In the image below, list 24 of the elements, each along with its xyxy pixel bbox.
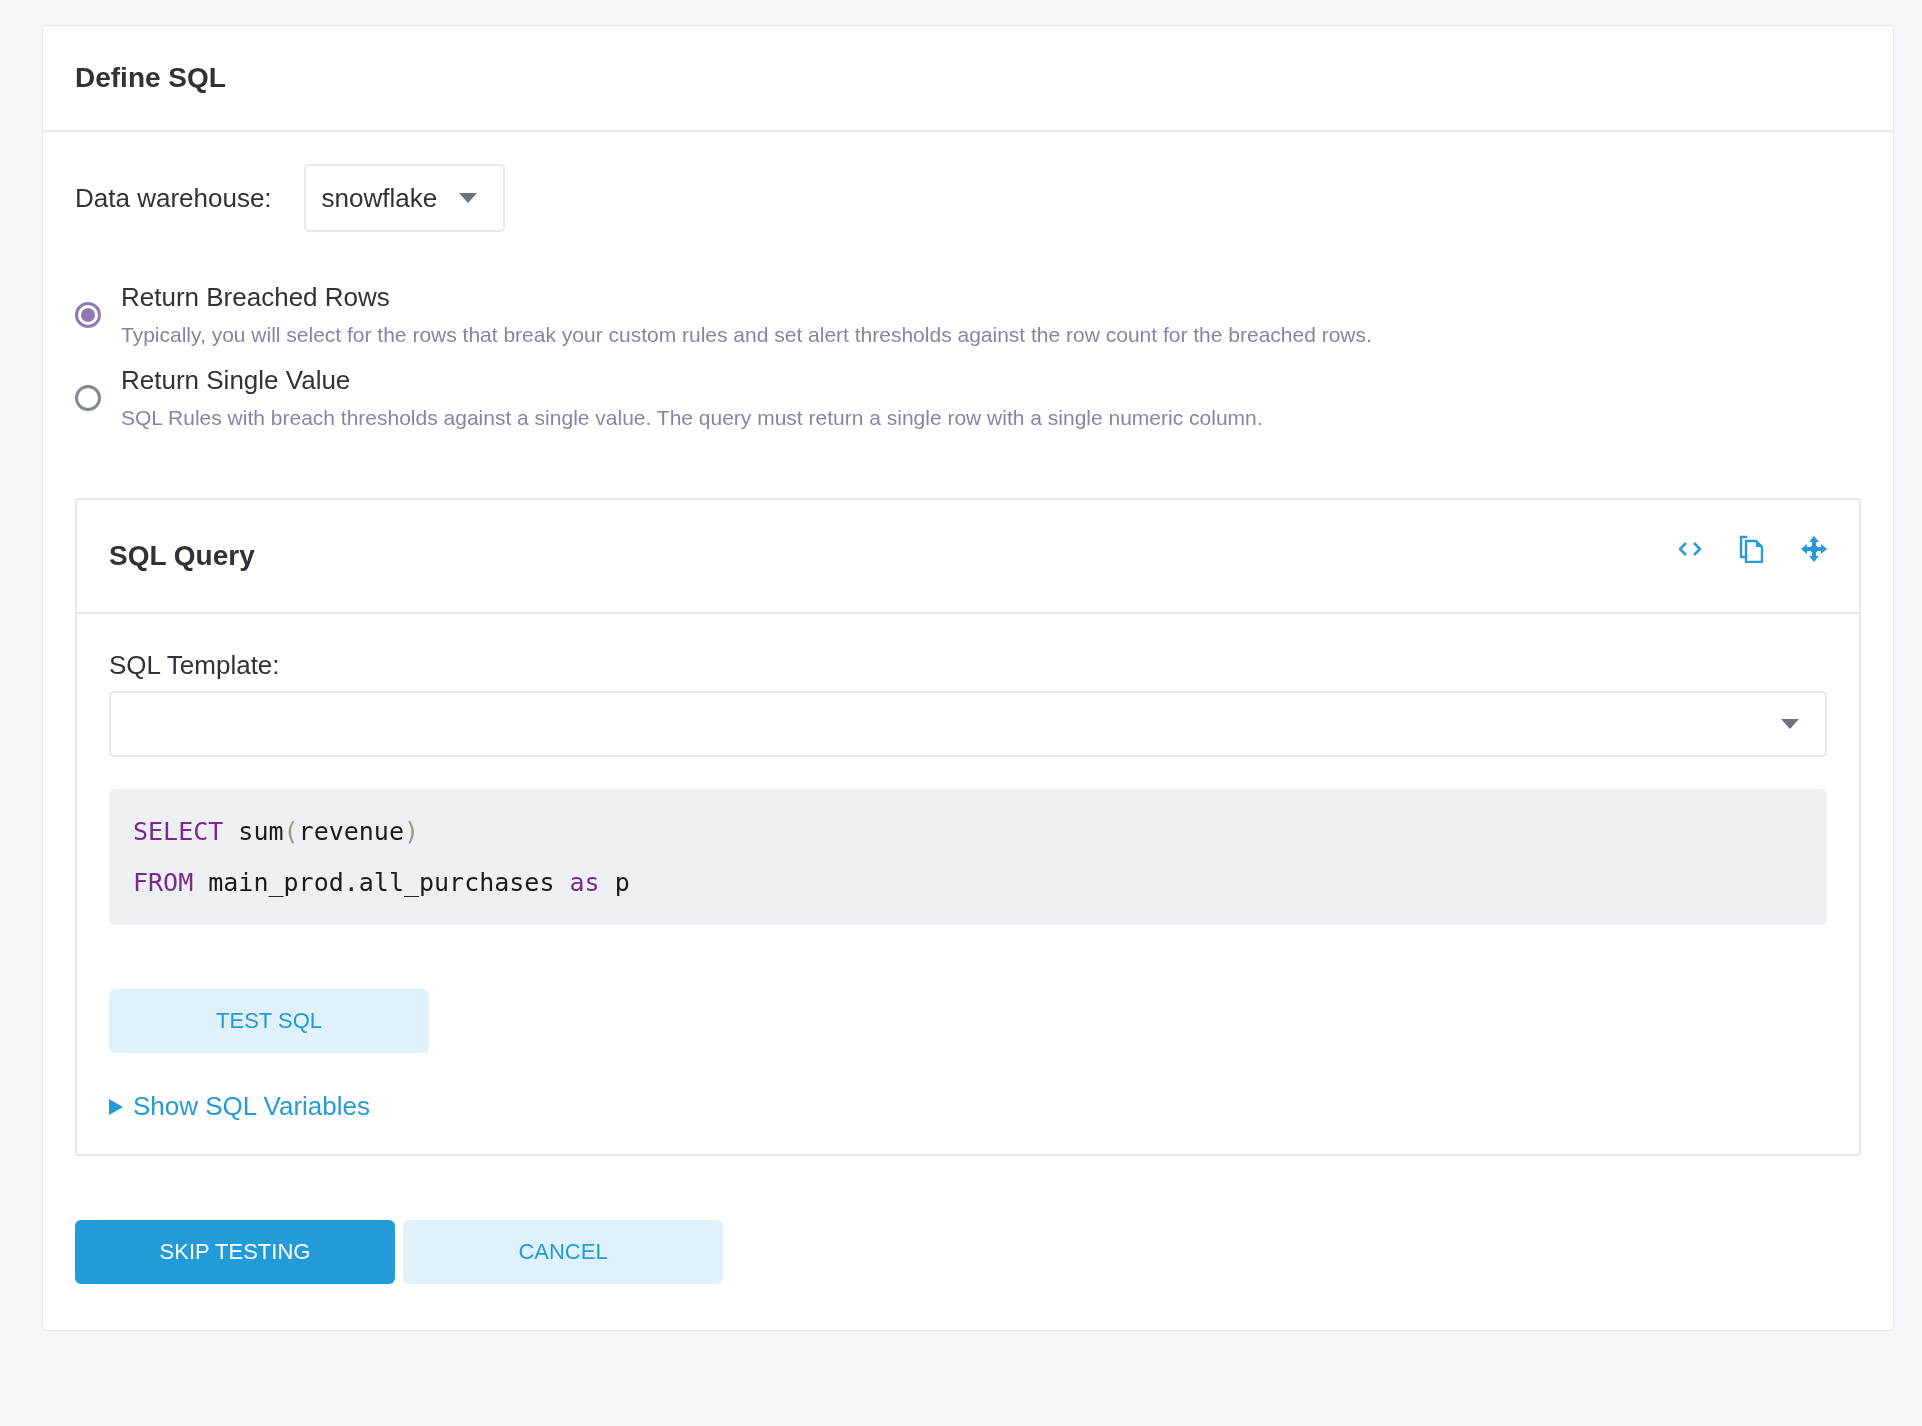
warehouse-dropdown[interactable]: snowflake — [303, 164, 506, 232]
panel-title: SQL Query — [109, 540, 255, 572]
show-variables-link[interactable]: Show SQL Variables — [133, 1091, 370, 1122]
option-description: Typically, you will select for the rows that break your custom rules and set alert thresholds against the row count for the breached rows. — [121, 323, 1372, 347]
field-label: Data warehouse: — [75, 182, 272, 214]
code-line: FROM main_prod.all_purchases as p — [133, 868, 631, 897]
option-label: Return Breached Rows — [121, 282, 391, 313]
code-line: SELECT sum(revenue) — [133, 817, 420, 846]
expand-triangle-icon[interactable] — [109, 1098, 123, 1115]
test-sql-button[interactable]: TEST SQL — [109, 989, 429, 1053]
skip-testing-button[interactable]: SKIP TESTING — [75, 1220, 395, 1284]
code-icon[interactable] — [1679, 542, 1701, 556]
radio-button[interactable] — [75, 384, 101, 411]
cancel-button[interactable]: CANCEL — [403, 1220, 723, 1284]
option-label: Return Single Value — [121, 365, 352, 396]
field-label: SQL Template: — [109, 650, 280, 681]
copy-icon[interactable] — [1739, 535, 1763, 563]
caret-icon — [1781, 719, 1799, 729]
code-editor[interactable]: SELECT sum(revenue) FROM main_prod.all_purchases as p — [109, 789, 1827, 925]
move-icon[interactable] — [1801, 536, 1827, 562]
card-title: Define SQL — [75, 62, 226, 94]
radio-button[interactable] — [75, 301, 101, 328]
option-description: SQL Rules with breach thresholds against a single value. The query must return a single row with a single numeric column. — [121, 406, 1263, 430]
caret-icon — [459, 193, 478, 203]
